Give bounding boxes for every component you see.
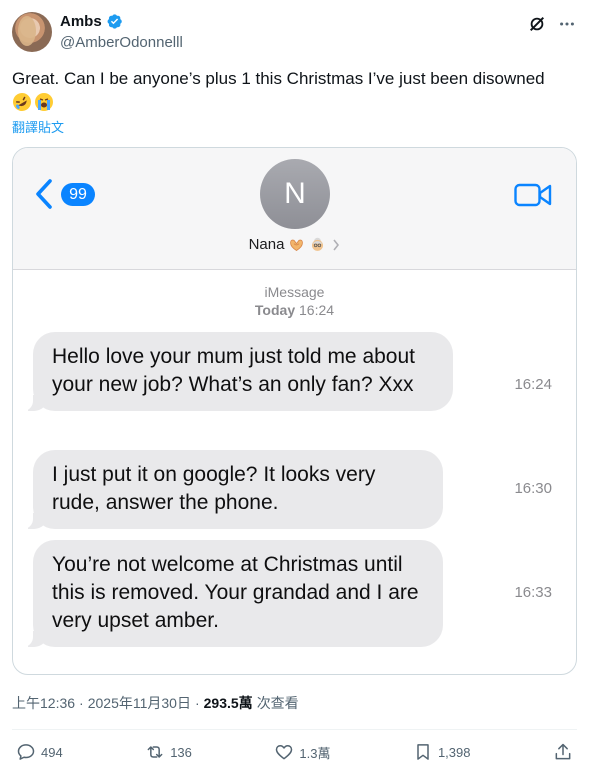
display-name[interactable]: Ambs <box>60 13 102 30</box>
name-row: Ambs <box>60 13 123 30</box>
reply-count: 494 <box>41 744 63 760</box>
tweet-header: Ambs @AmberOdonnelll <box>12 12 577 54</box>
message-text: I just put it on google? It looks very r… <box>52 463 376 514</box>
contact-avatar: N <box>260 159 330 229</box>
contact-name-row: Nana <box>13 236 576 253</box>
service-time: 16:24 <box>299 302 335 318</box>
heart-hands-emoji <box>288 236 305 253</box>
tweet-emojis <box>12 92 572 112</box>
tweet-meta: 上午12:36 · 2025年11月30日 · 293.5萬 次查看 <box>12 693 299 713</box>
old-woman-emoji <box>309 236 326 253</box>
message-text: You’re not welcome at Christmas until th… <box>52 553 419 632</box>
bookmark-button[interactable]: 1,398 <box>413 742 471 762</box>
action-bar: 494 136 1.3萬 1,398 <box>16 741 573 763</box>
message-text: Hello love your mum just told me about y… <box>52 345 415 396</box>
back-chevron-icon <box>36 179 52 209</box>
more-options-icon[interactable] <box>557 14 577 34</box>
video-call-icon <box>514 183 552 207</box>
tweet-media-image[interactable]: 99 N Nana iMessage Today 16:24 Hello lov… <box>12 147 577 675</box>
loudly-crying-emoji <box>34 92 54 112</box>
reply-icon <box>17 744 35 760</box>
rolling-on-floor-laughing-emoji <box>12 92 32 112</box>
message-time: 16:30 <box>514 480 552 497</box>
verified-badge-icon[interactable] <box>106 13 123 30</box>
service-label: iMessage <box>264 284 325 300</box>
unread-count-badge: 99 <box>61 183 95 206</box>
contact-name: Nana <box>248 236 285 253</box>
header-actions <box>527 14 577 34</box>
service-day: Today <box>254 302 296 318</box>
chevron-right-icon <box>333 239 340 250</box>
service-timestamp: Today 16:24 <box>13 302 576 318</box>
repost-button[interactable]: 136 <box>145 742 192 762</box>
message-bubble: I just put it on google? It looks very r… <box>23 450 443 529</box>
repost-icon <box>147 746 163 758</box>
like-count: 1.3萬 <box>299 745 331 761</box>
view-count[interactable]: 293.5萬 <box>204 693 253 713</box>
imessage-header: 99 N Nana <box>13 148 576 270</box>
repost-count: 136 <box>170 744 192 760</box>
message-bubble: Hello love your mum just told me about y… <box>23 332 453 411</box>
grok-icon[interactable] <box>527 14 547 34</box>
reply-button[interactable]: 494 <box>16 742 63 762</box>
post-date[interactable]: 2025年11月30日 <box>88 693 191 713</box>
tweet-body: Great. Can I be anyone’s plus 1 this Chr… <box>12 69 545 88</box>
bookmark-icon <box>417 744 429 760</box>
share-icon <box>555 743 571 760</box>
heart-icon <box>276 745 293 760</box>
avatar[interactable] <box>12 12 52 52</box>
message-time: 16:24 <box>514 376 552 393</box>
bookmark-count: 1,398 <box>437 744 471 760</box>
translate-post-link[interactable]: 翻譯貼文 <box>12 117 64 136</box>
view-count-label: 次查看 <box>256 695 299 711</box>
like-button[interactable]: 1.3萬 <box>274 742 330 762</box>
handle[interactable]: @AmberOdonnelll <box>60 34 183 51</box>
divider <box>12 729 577 730</box>
post-time[interactable]: 上午12:36 <box>12 693 75 713</box>
message-time: 16:33 <box>514 584 552 601</box>
share-button[interactable] <box>553 742 573 762</box>
tweet-text: Great. Can I be anyone’s plus 1 this Chr… <box>12 67 572 112</box>
meta-separator: · <box>194 695 200 711</box>
message-bubble: You’re not welcome at Christmas until th… <box>23 540 443 647</box>
meta-separator: · <box>79 695 84 711</box>
